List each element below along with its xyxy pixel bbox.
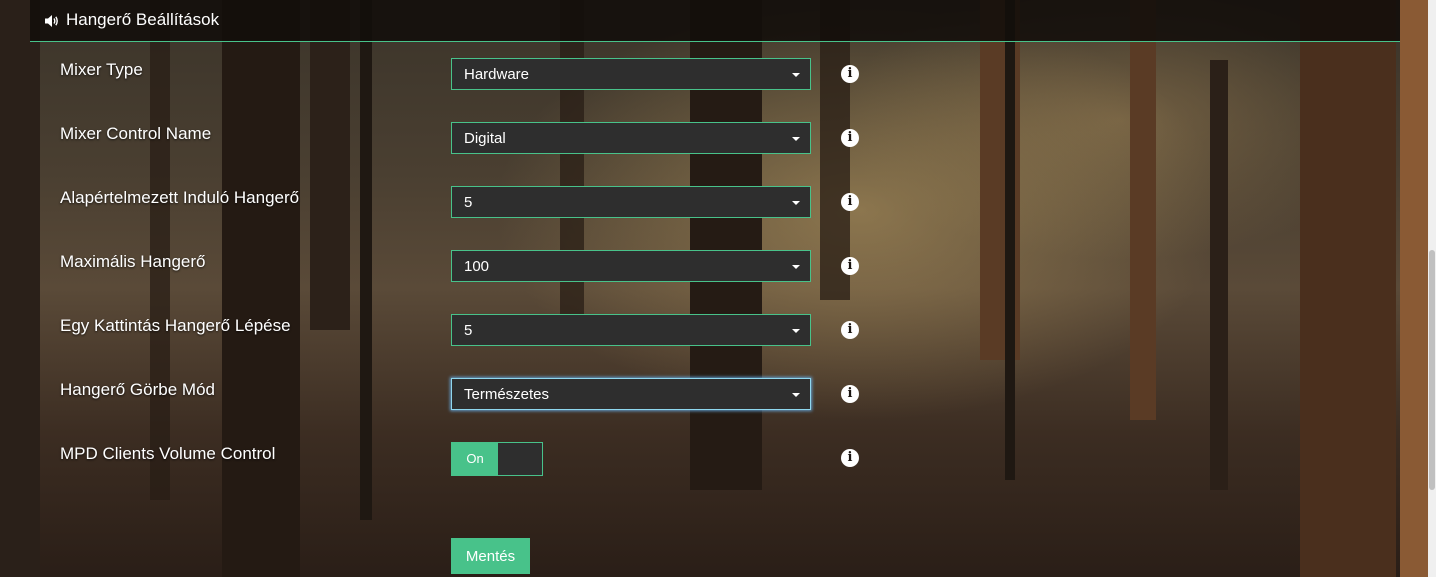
default-startup-volume-label: Alapértelmezett Induló Hangerő <box>60 188 300 207</box>
caret-down-icon <box>792 137 800 141</box>
mixer-type-select[interactable]: Hardware <box>451 58 811 90</box>
select-value: Hardware <box>464 66 530 83</box>
volume-settings-panel: Hangerő Beállítások Mixer Type Hardware … <box>30 0 1400 577</box>
toggle-on-label: On <box>452 443 498 475</box>
volume-curve-mode-label: Hangerő Görbe Mód <box>60 380 215 399</box>
max-volume-label: Maximális Hangerő <box>60 252 206 271</box>
info-icon[interactable]: i <box>841 449 859 467</box>
volume-step-label: Egy Kattintás Hangerő Lépése <box>60 316 291 335</box>
page-scrollbar[interactable] <box>1428 0 1436 577</box>
mixer-control-name-label: Mixer Control Name <box>60 124 212 143</box>
panel-header: Hangerő Beállítások <box>30 0 1400 42</box>
volume-step-select[interactable]: 5 <box>451 314 811 346</box>
select-value: 100 <box>464 258 490 275</box>
max-volume-select[interactable]: 100 <box>451 250 811 282</box>
panel-title: Hangerő Beállítások <box>66 10 220 29</box>
select-value: 5 <box>464 322 473 339</box>
default-startup-volume-select[interactable]: 5 <box>451 186 811 218</box>
volume-up-icon <box>43 12 61 30</box>
caret-down-icon <box>792 393 800 397</box>
info-icon[interactable]: i <box>841 129 859 147</box>
select-value: 5 <box>464 194 473 211</box>
caret-down-icon <box>792 201 800 205</box>
toggle-off-segment <box>498 443 542 475</box>
select-value: Természetes <box>464 386 550 403</box>
info-icon[interactable]: i <box>841 65 859 83</box>
info-icon[interactable]: i <box>841 193 859 211</box>
volume-curve-mode-select[interactable]: Természetes <box>451 378 811 410</box>
save-button[interactable]: Mentés <box>451 538 530 574</box>
scrollbar-thumb[interactable] <box>1429 250 1435 490</box>
info-icon[interactable]: i <box>841 385 859 403</box>
info-icon[interactable]: i <box>841 257 859 275</box>
mixer-control-name-select[interactable]: Digital <box>451 122 811 154</box>
caret-down-icon <box>792 329 800 333</box>
caret-down-icon <box>792 73 800 77</box>
mixer-type-label: Mixer Type <box>60 60 143 79</box>
mpd-clients-volume-control-label: MPD Clients Volume Control <box>60 444 276 463</box>
mpd-clients-volume-toggle[interactable]: On <box>451 442 543 476</box>
info-icon[interactable]: i <box>841 321 859 339</box>
select-value: Digital <box>464 130 506 147</box>
caret-down-icon <box>792 265 800 269</box>
